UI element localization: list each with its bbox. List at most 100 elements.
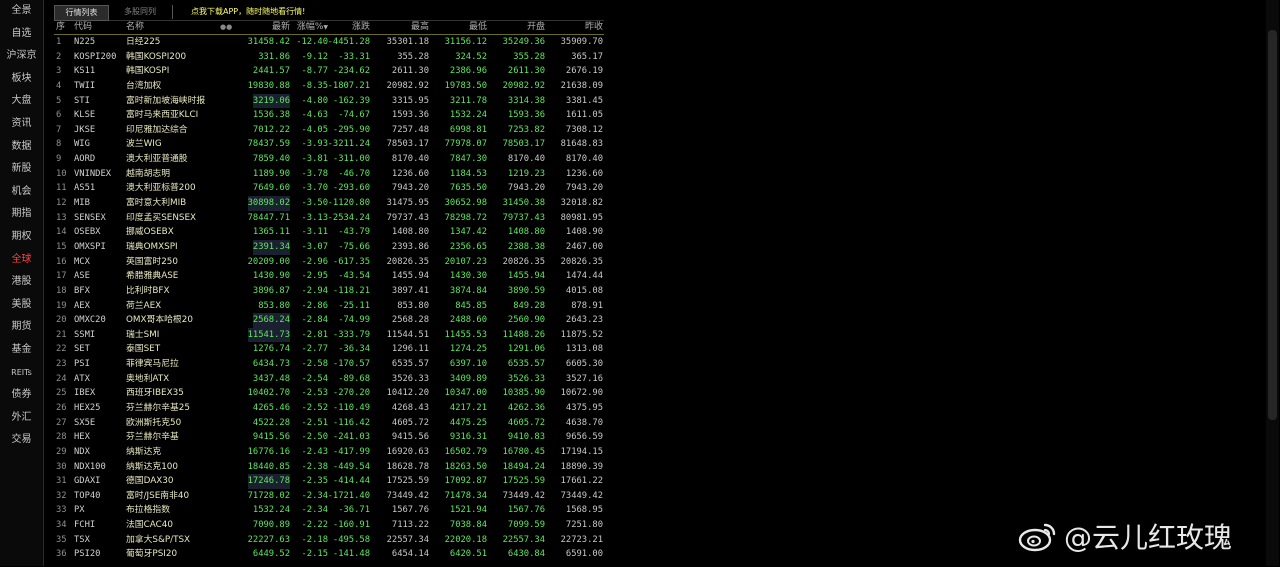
sidebar-item-19[interactable]: 交易 <box>0 429 43 452</box>
table-row[interactable]: 30 NDX100 纳斯达克100 18440.85 -2.38 -449.54 18628… <box>54 460 604 475</box>
sidebar-item-15[interactable]: 基金 <box>0 339 43 362</box>
header-change[interactable]: 涨跌 <box>352 21 370 34</box>
sidebar-item-16[interactable]: REITs <box>0 362 43 385</box>
table-row[interactable]: 7 JKSE 印尼雅加达综合 7012.22 -4.05 -295.90 7257.48 69… <box>54 123 604 138</box>
sidebar-item-11[interactable]: 全球 <box>0 249 43 272</box>
table-row[interactable]: 5 STI 富时新加坡海峡时报 3219.06 -4.80 -162.39 3315.95 3… <box>54 93 604 109</box>
table-row[interactable]: 28 HEX 芬兰赫尔辛基 9415.56 -2.50 -241.03 9415.56 931… <box>54 430 604 445</box>
sidebar-item-6[interactable]: 数据 <box>0 136 43 159</box>
table-row[interactable]: 9 AORD 澳大利亚普通股 7859.40 -3.81 -311.00 8170.40 78… <box>54 152 604 167</box>
row-latest: 7090.89 <box>252 520 290 531</box>
sidebar-item-10[interactable]: 期权 <box>0 226 43 249</box>
sidebar-item-14[interactable]: 期货 <box>0 316 43 339</box>
header-low[interactable]: 最低 <box>469 21 487 34</box>
sidebar-item-2[interactable]: 沪深京 <box>0 45 43 68</box>
table-row[interactable]: 11 AS51 澳大利亚标普200 7649.60 -3.70 -293.60 7943.2… <box>54 181 604 196</box>
table-row[interactable]: 15 OMXSPI 瑞典OMXSPI 2391.34 -3.07 -75.66 2393.8… <box>54 239 604 255</box>
sidebar-item-13[interactable]: 美股 <box>0 294 43 317</box>
table-row[interactable]: 22 SET 泰国SET 1276.74 -2.77 -36.34 1296.11 1274.… <box>54 342 604 357</box>
sidebar-item-8[interactable]: 机会 <box>0 181 43 204</box>
sidebar-item-4[interactable]: 大盘 <box>0 90 43 113</box>
weibo-icon <box>1018 523 1056 552</box>
table-row[interactable]: 27 SX5E 欧洲斯托克50 4522.28 -2.51 -116.42 4605.72 4… <box>54 416 604 431</box>
table-row[interactable]: 8 WIG 波兰WIG 78437.59 -3.93 -3211.24 78503.17 77… <box>54 137 604 152</box>
watermark: @云儿红玫瑰 <box>1018 516 1232 556</box>
header-latest[interactable]: 最新 <box>272 21 290 34</box>
table-row[interactable]: 24 ATX 奥地利ATX 3437.48 -2.54 -89.68 3526.33 3409… <box>54 372 604 387</box>
row-change: -118.21 <box>332 285 370 296</box>
table-row[interactable]: 10 VNINDEX 越南胡志明 1189.90 -3.78 -46.70 1236.60 1… <box>54 167 604 182</box>
table-row[interactable]: 16 MCX 英国富时250 20209.00 -2.96 -617.35 20826.35… <box>54 255 604 270</box>
row-low: 4475.25 <box>449 417 487 428</box>
vertical-scrollbar[interactable] <box>1266 0 1279 566</box>
table-row[interactable]: 6 KLSE 富时马来西亚KLCI 1536.38 -4.63 -74.67 1593.36… <box>54 108 604 123</box>
row-change: -414.44 <box>332 476 370 487</box>
header-seq[interactable]: 序 <box>56 21 65 34</box>
row-pct: -3.13 <box>301 212 328 223</box>
sidebar-item-18[interactable]: 外汇 <box>0 407 43 430</box>
table-row[interactable]: 36 PSI20 葡萄牙PSI20 6449.52 -2.15 -141.48 6454.1… <box>54 547 604 562</box>
row-code: KOSPI200 <box>74 51 117 62</box>
table-row[interactable]: 29 NDX 纳斯达克 16776.16 -2.43 -417.99 16920.63 165… <box>54 445 604 460</box>
table-row[interactable]: 20 OMXC20 OMX哥本哈根20 2568.24 -2.84 -74.99 2568.… <box>54 313 604 328</box>
table-row[interactable]: 23 PSI 菲律宾马尼拉 6434.73 -2.58 -170.57 6535.57 639… <box>54 357 604 372</box>
sidebar-item-5[interactable]: 资讯 <box>0 113 43 136</box>
row-pct: -2.84 <box>301 315 328 326</box>
row-seq: 10 <box>56 168 67 179</box>
table-row[interactable]: 25 IBEX 西班牙IBEX35 10402.70 -2.53 -270.20 10412… <box>54 386 604 401</box>
table-row[interactable]: 1 N225 日经225 31458.42 -12.40 -4451.28 35301.18… <box>54 35 604 50</box>
row-change: -234.62 <box>332 66 370 77</box>
header-name[interactable]: 名称 <box>126 21 144 34</box>
table-row[interactable]: 2 KOSPI200 韩国KOSPI200 331.86 -9.12 -33.31 355.… <box>54 50 604 65</box>
row-code: NDX <box>74 446 90 457</box>
row-name: 西班牙IBEX35 <box>126 388 184 399</box>
table-row[interactable]: 14 OSEBX 挪威OSEBX 1365.11 -3.11 -43.79 1408.80 1… <box>54 225 604 240</box>
sidebar-item-3[interactable]: 板块 <box>0 68 43 91</box>
table-row[interactable]: 19 AEX 荷兰AEX 853.80 -2.86 -25.11 853.80 845.85 8… <box>54 299 604 314</box>
table-row[interactable]: 21 SSMI 瑞士SMI 11541.73 -2.81 -333.79 11544.51 1… <box>54 327 604 343</box>
promo-download-app-link[interactable]: 点我下载APP，随时随地看行情! <box>172 5 305 19</box>
sidebar-item-1[interactable]: 自选 <box>0 23 43 46</box>
table-row[interactable]: 3 KS11 韩国KOSPI 2441.57 -8.77 -234.62 2611.30 23… <box>54 64 604 79</box>
table-row[interactable]: 35 TSX 加拿大S&P/TSX 22227.63 -2.18 -495.58 22557… <box>54 533 604 548</box>
row-open: 4262.36 <box>507 403 545 413</box>
table-row[interactable]: 18 BFX 比利时BFX 3896.87 -2.94 -118.21 3897.41 387… <box>54 284 604 299</box>
sidebar-item-7[interactable]: 新股 <box>0 158 43 181</box>
row-pct: -2.95 <box>301 271 328 282</box>
table-row[interactable]: 32 TOP40 富时/JSE南非40 71728.02 -2.34 -1721.40 73… <box>54 489 604 504</box>
tab-quote-list[interactable]: 行情列表 <box>54 5 109 21</box>
table-row[interactable]: 4 TWII 台湾加权 19830.88 -8.35 -1807.21 20982.92 19… <box>54 79 604 94</box>
table-row[interactable]: 13 SENSEX 印度孟买SENSEX 78447.71 -3.13 -2534.24 7… <box>54 211 604 226</box>
sidebar-item-9[interactable]: 期指 <box>0 203 43 226</box>
row-prev-close: 365.17 <box>571 51 603 62</box>
tab-multi-stock[interactable]: 多股同列 <box>112 5 168 19</box>
row-code: NDX100 <box>74 461 106 472</box>
row-high: 7113.22 <box>391 520 429 531</box>
column-settings-icon[interactable]: ●● <box>220 21 232 34</box>
table-row[interactable]: 34 FCHI 法国CAC40 7090.89 -2.22 -160.91 7113.22 7… <box>54 518 604 533</box>
header-high[interactable]: 最高 <box>411 21 429 34</box>
row-open: 7943.20 <box>507 183 545 194</box>
table-row[interactable]: 12 MIB 富时意大利MIB 30898.02 -3.50 -1120.80 31475.… <box>54 196 604 211</box>
row-change: -1721.40 <box>327 490 370 501</box>
header-open[interactable]: 开盘 <box>527 21 545 34</box>
row-change: -3211.24 <box>327 139 370 150</box>
table-row[interactable]: 31 GDAXI 德国DAX30 17246.78 -2.35 -414.44 17525.… <box>54 474 604 489</box>
row-pct: -2.35 <box>301 476 328 487</box>
row-name: 印尼雅加达综合 <box>126 124 188 135</box>
row-latest: 6449.52 <box>252 549 290 560</box>
sidebar-item-12[interactable]: 港股 <box>0 271 43 294</box>
scrollbar-thumb[interactable] <box>1268 30 1277 420</box>
header-code[interactable]: 代码 <box>74 21 92 34</box>
row-seq: 24 <box>56 373 67 384</box>
header-pct[interactable]: 涨幅%▼ <box>297 21 328 34</box>
sidebar-item-17[interactable]: 债券 <box>0 384 43 407</box>
row-pct: -2.34 <box>301 505 328 516</box>
row-open: 31450.38 <box>502 198 545 209</box>
table-row[interactable]: 26 HEX25 芬兰赫尔辛基25 4265.46 -2.52 -110.49 4268.4… <box>54 401 604 416</box>
table-row[interactable]: 33 PX 布拉格指数 1532.24 -2.34 -36.71 1567.76 1521.9… <box>54 503 604 518</box>
sidebar-item-0[interactable]: 全景 <box>0 0 43 23</box>
table-row[interactable]: 17 ASE 希腊雅典ASE 1430.90 -2.95 -43.54 1455.94 143… <box>54 269 604 284</box>
row-seq: 1 <box>56 37 62 47</box>
header-prev-close[interactable]: 昨收 <box>585 21 603 34</box>
